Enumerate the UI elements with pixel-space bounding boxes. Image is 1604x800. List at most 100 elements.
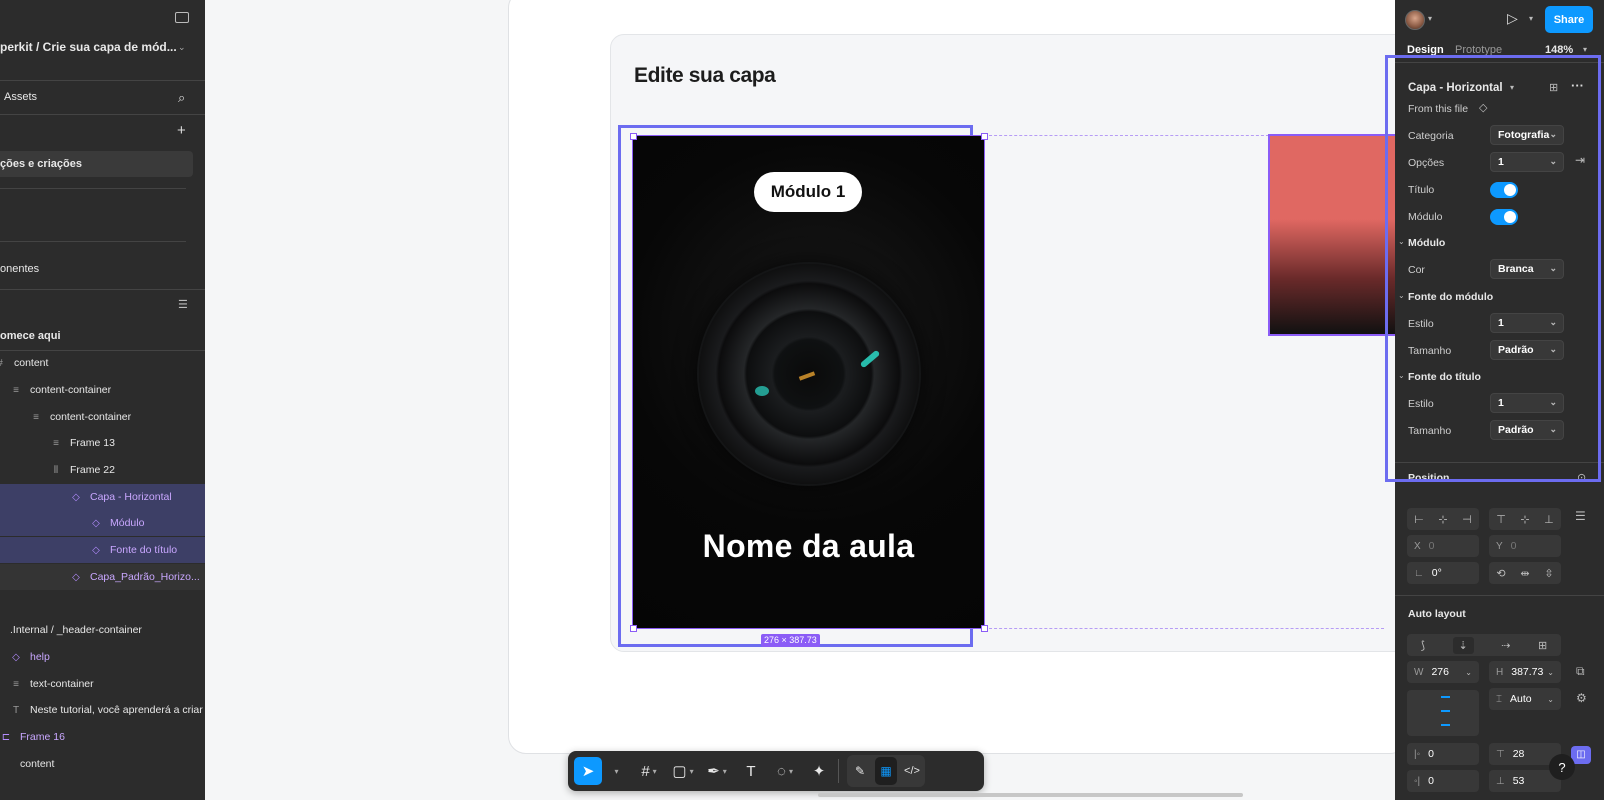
target-icon[interactable]: ⊙	[1577, 471, 1586, 484]
width-field[interactable]: W 276 ⌄	[1407, 661, 1479, 683]
advanced-settings-icon[interactable]: ⚙	[1576, 691, 1587, 705]
align-center-icon[interactable]: ⊹	[1438, 513, 1447, 526]
zoom-level[interactable]: 148%	[1545, 44, 1573, 56]
add-page-icon[interactable]: +	[177, 122, 186, 139]
page-item[interactable]: onentes	[0, 256, 39, 282]
module-pill[interactable]: Módulo 1	[754, 172, 862, 212]
layout-direction-group[interactable]: ⟆ ⇣ ⇢ ⊞	[1407, 634, 1561, 656]
layout-grid-icon[interactable]: ⊞	[1538, 639, 1547, 652]
chevron-down-icon[interactable]: ▾	[1428, 14, 1432, 23]
cover-thumbnail[interactable]	[1268, 134, 1400, 336]
align-left-icon[interactable]: ⊢	[1414, 513, 1424, 526]
section-heading[interactable]: Fonte do módulo	[1408, 291, 1493, 303]
padding-left-field[interactable]: |◦ 0	[1407, 743, 1479, 765]
cover-frame[interactable]: Módulo 1 Nome da aula	[632, 135, 985, 629]
horizontal-scrollbar[interactable]	[818, 793, 1243, 797]
layer-item[interactable]: ⫴ Frame 22	[50, 457, 115, 483]
align-middle-icon[interactable]: ⊹	[1520, 513, 1529, 526]
tamanho-select[interactable]: Padrão ⌄	[1490, 420, 1564, 440]
x-field[interactable]: X0	[1407, 535, 1479, 557]
layer-root[interactable]: omece aqui	[0, 323, 61, 349]
more-options-icon[interactable]: ···	[1571, 78, 1584, 93]
chevron-down-icon[interactable]: ⌄	[178, 42, 186, 53]
distribute-icon[interactable]: ☰	[1575, 509, 1586, 523]
alignment-grid[interactable]	[1407, 690, 1479, 736]
play-icon[interactable]: ▷	[1507, 10, 1518, 27]
transform-group[interactable]: ⟲ ⇹ ⇳	[1489, 562, 1561, 584]
chevron-down-icon[interactable]: ⌄	[1398, 371, 1405, 380]
estilo-select[interactable]: 1 ⌄	[1490, 393, 1564, 413]
text-tool-button[interactable]: T	[740, 757, 762, 785]
chevron-down-icon[interactable]: ⌄	[1398, 291, 1405, 300]
section-heading[interactable]: Fonte do título	[1408, 371, 1481, 383]
layer-item[interactable]: ≡ content-container	[30, 404, 131, 430]
layer-item[interactable]: content	[0, 751, 54, 777]
gap-field[interactable]: ⌶ Auto ⌄	[1489, 688, 1561, 710]
help-button[interactable]: ?	[1549, 754, 1575, 780]
component-name[interactable]: Capa - Horizontal	[1408, 82, 1503, 94]
shape-tool-button[interactable]: ▢ ▾	[672, 757, 694, 785]
tab-prototype[interactable]: Prototype	[1455, 44, 1502, 56]
section-heading[interactable]: Módulo	[1408, 237, 1445, 249]
actions-button[interactable]: ✦	[808, 757, 830, 785]
canvas[interactable]: Edite sua capa Módulo 1 Nome da aula 276…	[205, 0, 1410, 800]
draw-mode-button[interactable]: ✎	[849, 757, 871, 785]
resize-handle[interactable]	[981, 625, 988, 632]
component-icon[interactable]: ◇	[1479, 101, 1487, 114]
estilo-select[interactable]: 1 ⌄	[1490, 313, 1564, 333]
layer-item-selected[interactable]: ◇ Capa - Horizontal	[0, 484, 205, 510]
chevron-down-icon[interactable]: ▾	[1583, 45, 1587, 54]
layer-item[interactable]: ◇ Capa_Padrão_Horizo...	[0, 564, 205, 590]
layer-item[interactable]: ◇ Fonte do título	[0, 537, 205, 563]
file-header[interactable]: perkit / Crie sua capa de mód... ⌄	[0, 34, 205, 60]
layout-vertical-icon[interactable]: ⇣	[1452, 636, 1474, 654]
sidebar-toggle-icon[interactable]	[175, 12, 189, 23]
detach-icon[interactable]: ⇥	[1575, 153, 1585, 167]
tab-assets[interactable]: Assets	[4, 84, 37, 110]
vertical-align-group[interactable]: ⊤ ⊹ ⊥	[1489, 508, 1561, 530]
layer-item[interactable]: ⊏ Frame 16	[0, 724, 65, 750]
collapse-layers-icon[interactable]: ☰	[178, 298, 188, 311]
resize-handle[interactable]	[630, 133, 637, 140]
align-top-icon[interactable]: ⊤	[1496, 513, 1506, 526]
dev-mode-button[interactable]: </>	[901, 757, 923, 785]
rotation-field[interactable]: ∟ 0°	[1407, 562, 1479, 584]
chevron-down-icon[interactable]: ▾	[1510, 83, 1514, 92]
align-right-icon[interactable]: ⊣	[1462, 513, 1472, 526]
rotate-icon[interactable]: ⟲	[1496, 567, 1505, 580]
layer-item[interactable]: ◇ help	[10, 644, 50, 670]
layer-item[interactable]: .Internal / _header-container	[10, 617, 142, 643]
layer-item[interactable]: # content	[0, 350, 48, 376]
move-tool-button[interactable]: ➤	[574, 757, 602, 785]
horizontal-align-group[interactable]: ⊢ ⊹ ⊣	[1407, 508, 1479, 530]
tab-assets-label[interactable]: Assets	[4, 91, 37, 103]
layer-item[interactable]: ≡ Frame 13	[50, 430, 115, 456]
resize-handle[interactable]	[981, 133, 988, 140]
frame-tool-button[interactable]: # ▾	[638, 757, 660, 785]
cor-select[interactable]: Branca ⌄	[1490, 259, 1564, 279]
y-field[interactable]: Y0	[1489, 535, 1561, 557]
flip-vertical-icon[interactable]: ⇳	[1544, 567, 1553, 580]
chevron-down-icon[interactable]: ▾	[1529, 14, 1533, 23]
tamanho-select[interactable]: Padrão ⌄	[1490, 340, 1564, 360]
layout-horizontal-icon[interactable]: ⇢	[1501, 639, 1510, 652]
layout-wrap-icon[interactable]: ⟆	[1421, 639, 1425, 652]
search-icon[interactable]: ⌕	[178, 90, 185, 106]
flip-horizontal-icon[interactable]: ⇹	[1520, 567, 1529, 580]
align-bottom-icon[interactable]: ⊥	[1544, 513, 1554, 526]
share-button[interactable]: Share	[1545, 6, 1593, 33]
categoria-select[interactable]: Fotografia ⌄	[1490, 125, 1564, 145]
height-field[interactable]: H 387.73 ⌄	[1489, 661, 1561, 683]
layer-item[interactable]: ≡ text-container	[10, 671, 94, 697]
component-grid-icon[interactable]: ⊞	[1549, 81, 1558, 94]
file-title[interactable]: perkit / Crie sua capa de mód...	[0, 40, 177, 54]
titulo-toggle[interactable]	[1490, 182, 1518, 198]
padding-bottom-left-field[interactable]: ◦| 0	[1407, 770, 1479, 792]
layer-item[interactable]: T Neste tutorial, você aprenderá a criar …	[10, 697, 205, 723]
comment-tool-button[interactable]: ◌ ▾	[774, 757, 796, 785]
avatar[interactable]	[1405, 10, 1425, 30]
resize-handle[interactable]	[630, 625, 637, 632]
layer-item[interactable]: ≡ content-container	[10, 377, 111, 403]
modulo-toggle[interactable]	[1490, 209, 1518, 225]
design-mode-button[interactable]: ▦	[875, 757, 897, 785]
